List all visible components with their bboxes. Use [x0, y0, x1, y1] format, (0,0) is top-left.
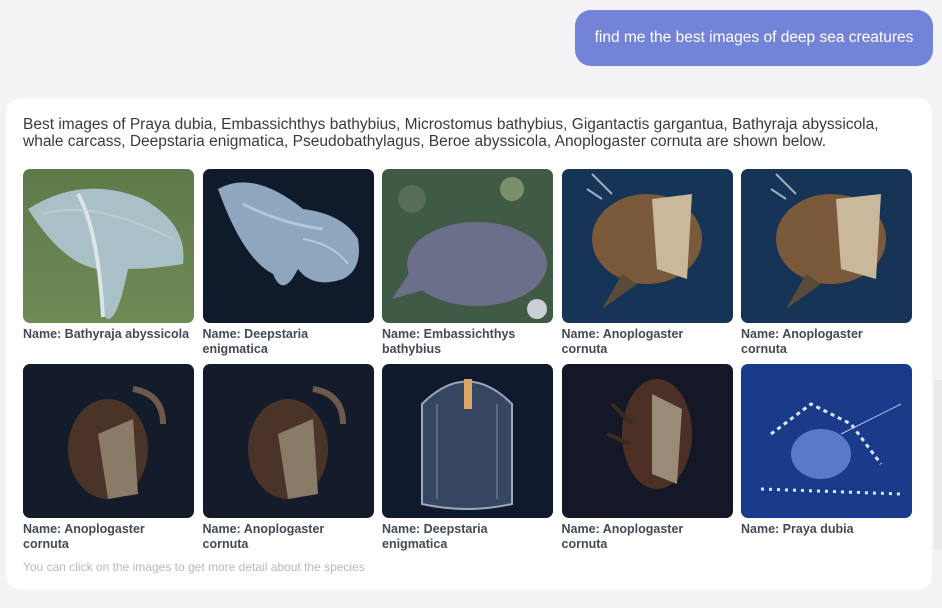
species-image-bathyraja[interactable]: [23, 169, 194, 323]
fangtooth-image: [741, 169, 912, 323]
scrollbar[interactable]: [934, 380, 942, 550]
species-image-embassichthys[interactable]: [382, 169, 553, 323]
image-caption: Name: Anoplogaster cornuta: [23, 522, 145, 551]
assistant-answer-card: Best images of Praya dubia, Embassichthy…: [6, 98, 932, 590]
image-caption: Name: Deepstaria enigmatica: [382, 522, 488, 551]
species-image-anoplogaster[interactable]: [202, 364, 374, 518]
image-card[interactable]: Name: Deepstaria enigmatica: [202, 169, 374, 364]
flatfish-image: [382, 169, 553, 323]
siphonophore-image: [741, 364, 912, 518]
species-image-deepstaria[interactable]: [202, 169, 374, 323]
fangtooth-image: [561, 169, 733, 323]
image-card[interactable]: Name: Embassichthys bathybius: [382, 169, 553, 364]
image-card[interactable]: Name: Anoplogaster cornuta: [561, 364, 733, 559]
image-caption: Name: Anoplogaster cornuta: [741, 327, 863, 356]
species-image-anoplogaster[interactable]: [741, 169, 912, 323]
fangtooth-image: [23, 364, 194, 518]
image-card[interactable]: Name: Bathyraja abyssicola: [23, 169, 194, 364]
jellyfish-image: [382, 364, 553, 518]
image-caption: Name: Bathyraja abyssicola: [23, 327, 190, 341]
species-image-praya[interactable]: [741, 364, 912, 518]
image-caption: Name: Deepstaria enigmatica: [202, 327, 309, 356]
species-image-deepstaria[interactable]: [382, 364, 553, 518]
click-hint: You can click on the images to get more …: [23, 560, 365, 574]
species-image-anoplogaster[interactable]: [561, 169, 733, 323]
user-message-text: find me the best images of deep sea crea…: [594, 29, 914, 46]
image-caption: Name: Embassichthys bathybius: [382, 327, 516, 356]
image-card[interactable]: Name: Deepstaria enigmatica: [382, 364, 553, 559]
species-image-anoplogaster[interactable]: [561, 364, 733, 518]
image-card[interactable]: Name: Anoplogaster cornuta: [202, 364, 374, 559]
image-caption: Name: Praya dubia: [741, 522, 854, 536]
image-card[interactable]: Name: Praya dubia: [741, 364, 912, 559]
species-image-anoplogaster[interactable]: [23, 364, 194, 518]
answer-intro-text: Best images of Praya dubia, Embassichthy…: [23, 116, 879, 150]
image-caption: Name: Anoplogaster cornuta: [561, 327, 684, 356]
fangtooth-image: [202, 364, 374, 518]
fangtooth-image: [561, 364, 733, 518]
image-caption: Name: Anoplogaster cornuta: [202, 522, 325, 551]
image-caption: Name: Anoplogaster cornuta: [561, 522, 684, 551]
image-card[interactable]: Name: Anoplogaster cornuta: [23, 364, 194, 559]
user-message-bubble: find me the best images of deep sea crea…: [575, 10, 933, 66]
ray-image: [23, 169, 194, 323]
image-grid: Name: Bathyraja abyssicola Name: Deepsta…: [23, 169, 916, 559]
image-card[interactable]: Name: Anoplogaster cornuta: [561, 169, 733, 364]
image-card[interactable]: Name: Anoplogaster cornuta: [741, 169, 912, 364]
deepstaria-image: [202, 169, 374, 323]
